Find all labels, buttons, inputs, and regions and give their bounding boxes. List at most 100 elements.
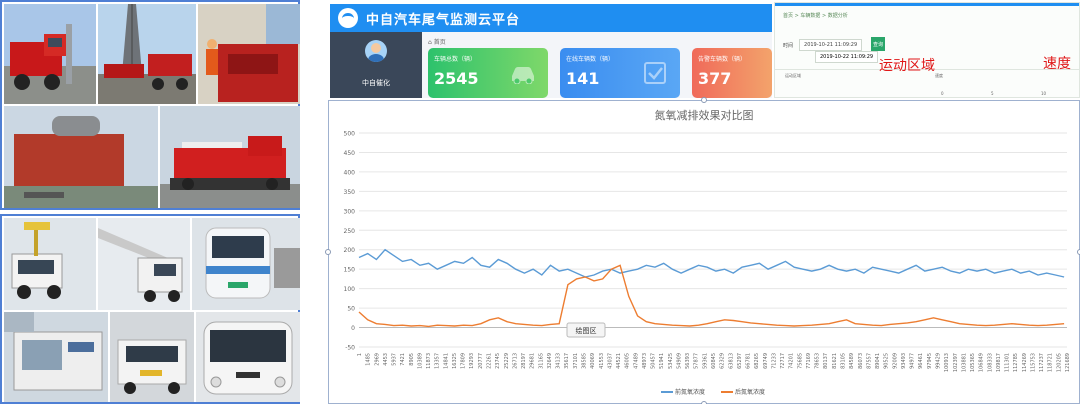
x-tick-label: 4453 [383,353,389,366]
breadcrumb[interactable]: ⌂ 首页 [428,37,446,46]
x-tick-label: 47489 [633,353,639,369]
workers-machinery-photo [198,4,300,104]
resize-handle-left[interactable] [325,249,331,255]
x-tick-label: 46005 [625,353,631,369]
x-tick-label: 115753 [1030,353,1036,372]
vehicle-photo-collage-top [0,0,300,210]
generator-unit-photo [4,312,108,402]
plot-area-tooltip: 绘图区 [566,322,606,338]
x-tick-label: 44521 [616,353,622,369]
date-range-row: 时间 2019-10-21 11:09:29 [783,39,863,51]
vehicle-analysis-panel: 首页 > 车辆数据 > 数据分析 时间 2019-10-21 11:09:29 … [774,2,1080,98]
red-fire-vehicle-photo [160,106,300,208]
x-tick-label: 14841 [443,353,449,369]
series-line [358,264,1065,328]
x-axis: 1 1485 2969 4453 5937 7421 8905 10389 11873 13357… [357,327,1071,372]
date-from-input[interactable]: 2019-10-21 11:09:29 [799,39,863,51]
legend-entry: 后氮氧浓度 [735,388,765,396]
x-tick-label: 48973 [642,353,648,369]
y-tick-label: 50 [347,306,355,313]
x-tick-label: 35617 [564,353,570,369]
x-tick-label: 89041 [875,353,881,369]
x-tick-label: 93493 [901,353,907,369]
y-tick-label: 0 [351,325,355,332]
panel-breadcrumb[interactable]: 首页 > 车辆数据 > 数据分析 [783,12,848,19]
speed-tick: 10 [1041,91,1047,96]
x-tick-label: 28197 [521,353,527,369]
x-tick-label: 109817 [996,353,1002,372]
x-tick-label: 96461 [918,353,924,369]
chart-legend: 前氮氧浓度 后氮氧浓度 [661,388,765,396]
online-vehicles-card[interactable]: 在线车辆数（辆） 141 [560,48,680,98]
x-tick-label: 11873 [426,353,432,369]
platform-logo-icon [338,8,358,28]
exhaust-unit-photo [4,106,158,208]
total-vehicles-card[interactable]: 车辆总数（辆） 2545 [428,48,548,98]
x-tick-label: 8905 [409,353,415,366]
x-tick-label: 1485 [366,353,372,366]
x-tick-label: 112785 [1013,353,1019,372]
x-tick-label: 68265 [754,353,760,369]
x-tick-label: 92009 [892,353,898,369]
aerial-lift-truck-photo [4,218,96,310]
x-tick-label: 86073 [858,353,864,369]
x-tick-label: 16325 [452,353,458,369]
x-tick-label: 53425 [668,353,674,369]
x-tick-label: 102397 [953,353,959,372]
speed-tick: 5 [991,91,994,96]
app-body: 中自催化 ⌂ 首页 车辆总数（辆） 2545 在线车辆数（辆） 141 告警车辆… [330,32,772,98]
x-tick-label: 90525 [884,353,890,369]
y-tick-label: 300 [344,208,356,215]
panel-top-bar [775,3,1079,6]
query-button[interactable]: 查询 [871,37,885,51]
x-tick-label: 38585 [581,353,587,369]
x-tick-label: 75685 [797,353,803,369]
x-tick-label: 84589 [849,353,855,369]
x-tick-label: 111301 [1005,353,1011,372]
resize-handle-top[interactable] [701,97,707,103]
x-tick-label: 31165 [538,353,544,369]
motion-area-annotation: 运动区域 [879,58,935,74]
speed-tick: 0 [941,91,944,96]
tourist-bus-photo [192,218,300,310]
x-tick-label: 7421 [400,353,406,366]
breadcrumb-home: 首页 [433,39,446,46]
x-tick-label: 120205 [1056,353,1062,372]
x-tick-label: 43037 [607,353,613,369]
x-tick-label: 83105 [841,353,847,369]
x-tick-label: 32649 [547,353,553,369]
x-tick-label: 22261 [487,353,493,369]
x-tick-label: 94977 [910,353,916,369]
card-label: 告警车辆数（辆） [698,56,747,63]
date-to-input[interactable]: 2019-10-22 11:09:29 [815,51,879,63]
y-tick-label: 100 [344,286,356,293]
x-tick-label: 77169 [806,353,812,369]
x-tick-label: 25229 [504,353,510,369]
speed-section-label: 速度 [935,73,943,78]
cloud-platform-dashboard: 中自汽车尾气监测云平台 中自催化 ⌂ 首页 车辆总数（辆） 2545 在线车辆数… [330,4,772,98]
y-tick-label: 150 [344,267,356,274]
chart-grid [359,132,1067,348]
y-axis: -50 0 50 100 150 200 250 300 350 400 450 500 [344,131,356,352]
x-tick-label: 29681 [530,353,536,369]
x-tick-label: 5937 [392,353,398,366]
x-tick-label: 78653 [815,353,821,369]
x-tick-label: 56393 [685,353,691,369]
check-icon [644,62,666,84]
x-tick-label: 57877 [694,353,700,369]
user-avatar-icon[interactable] [365,40,387,62]
x-tick-label: 106849 [979,353,985,372]
x-tick-label: 114269 [1022,353,1028,372]
y-tick-label: -50 [345,345,355,352]
legend-entry: 前氮氧浓度 [675,388,705,396]
nox-chart-panel: 氮氧减排效果对比图 -50 0 50 100 150 200 250 300 350 400 450… [325,97,1080,404]
x-tick-label: 37101 [573,353,579,369]
x-tick-label: 50457 [651,353,657,369]
x-tick-label: 74201 [789,353,795,369]
car-icon [512,67,534,84]
small-utility-truck-photo [110,312,194,402]
x-tick-label: 103881 [961,353,967,372]
alert-vehicles-card[interactable]: 告警车辆数（辆） 377 [692,48,772,98]
platform-title: 中自汽车尾气监测云平台 [366,12,521,28]
x-tick-label: 40069 [590,353,596,369]
